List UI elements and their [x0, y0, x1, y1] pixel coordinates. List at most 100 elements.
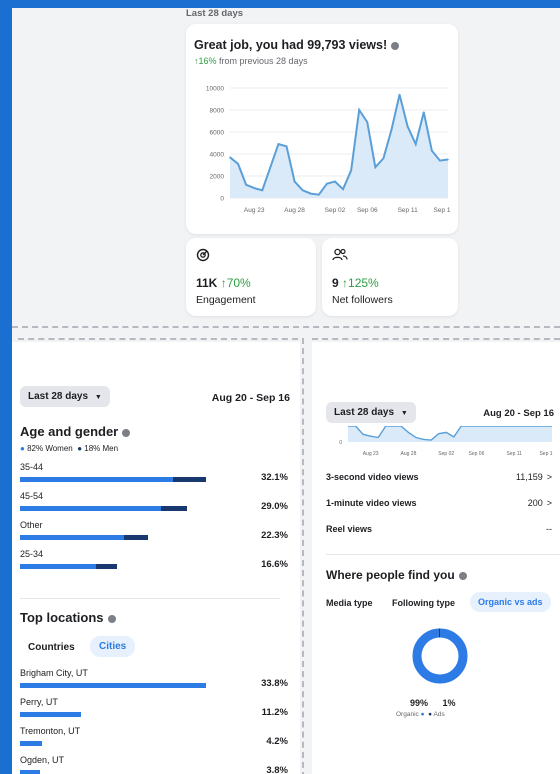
followers-card[interactable]: 9 ↑125% Net followers	[322, 238, 458, 316]
chevron-down-icon: ▼	[400, 410, 408, 417]
find-tab-following-type[interactable]: Following type	[392, 598, 455, 608]
donut-values: 99% 1%	[410, 698, 490, 708]
x-tick-label: Sep 1	[434, 207, 451, 214]
location-pct: 3.8%	[266, 765, 288, 774]
left-period-dropdown[interactable]: Last 28 days ▼	[20, 386, 110, 407]
age-row: 25-34 16.6%	[20, 549, 288, 578]
followers-change: ↑125%	[342, 276, 379, 290]
organic-ads-donut	[412, 628, 468, 684]
data-point	[358, 109, 360, 111]
location-label: Brigham City, UT	[20, 668, 88, 678]
age-row-label: Other	[20, 520, 43, 530]
men-dot: ●	[77, 444, 83, 453]
x-tick-label: Aug 28	[284, 207, 305, 214]
mini-x-tick-label: Sep 11	[506, 451, 522, 457]
left-period-label: Last 28 days	[28, 391, 89, 402]
age-row-pct: 32.1%	[261, 472, 288, 483]
location-bar-fill	[20, 741, 43, 746]
engagement-value: 11K	[196, 276, 218, 290]
left-date-range: Aug 20 - Sep 16	[211, 392, 290, 404]
location-bar-fill	[20, 683, 206, 688]
legend-men: 18% Men	[84, 444, 119, 453]
followers-label: Net followers	[332, 294, 393, 306]
metric-label: 1-minute video views	[326, 498, 417, 508]
data-point	[431, 149, 433, 152]
where-people-find-title-text: Where people find you	[326, 568, 455, 582]
divider	[326, 554, 560, 555]
video-metric-row[interactable]: 3-second video views 11,159 >	[326, 472, 552, 498]
ads-dot: ●	[428, 711, 433, 718]
video-metric-row[interactable]: 1-minute video views 200 >	[326, 498, 552, 524]
data-point	[229, 156, 231, 159]
location-pct: 33.8%	[261, 678, 288, 689]
engagement-value-line: 11K ↑70%	[196, 276, 251, 290]
divider	[20, 598, 280, 599]
mini-x-tick-label: Sep 06	[469, 451, 485, 457]
y-tick-label: 10000	[206, 86, 224, 93]
x-tick-label: Aug 23	[244, 207, 265, 214]
legend-women: 82% Women	[27, 444, 73, 453]
x-tick-label: Sep 02	[325, 207, 346, 214]
age-gender-title-text: Age and gender	[20, 424, 119, 439]
age-bar	[20, 535, 206, 540]
chevron-down-icon: ▼	[94, 394, 102, 401]
data-point	[237, 163, 239, 165]
views-card: Great job, you had 99,793 views! ↑16% fr…	[186, 24, 458, 234]
age-bar-men	[172, 477, 206, 482]
age-row-pct: 16.6%	[261, 559, 288, 570]
y-tick-label: 6000	[210, 130, 225, 137]
chevron-right-icon: >	[546, 472, 552, 482]
find-tab-organic-vs-ads[interactable]: Organic vs ads	[470, 592, 551, 612]
location-bar	[20, 770, 206, 774]
top-border	[0, 0, 560, 8]
age-bar-men	[161, 506, 188, 511]
info-icon[interactable]	[391, 41, 400, 50]
tab-countries[interactable]: Countries	[28, 642, 75, 653]
mini-x-tick-label: Aug 28	[401, 451, 417, 457]
data-point	[293, 180, 296, 183]
location-bar	[20, 683, 206, 688]
tab-cities[interactable]: Cities	[90, 636, 136, 657]
info-icon[interactable]	[107, 614, 116, 623]
age-bar-women	[20, 564, 97, 569]
data-point	[334, 180, 336, 183]
location-row: Brigham City, UT 33.8%	[20, 668, 288, 697]
data-point	[301, 189, 304, 192]
age-row-pct: 22.3%	[261, 530, 288, 541]
find-tab-media-type[interactable]: Media type	[326, 598, 388, 608]
left-panel: Last 28 days ▼ Aug 20 - Sep 16 Age and g…	[12, 342, 300, 774]
engagement-icon	[196, 248, 210, 267]
separator-middle	[302, 338, 304, 774]
location-rows: Brigham City, UT 33.8% Perry, UT 11.2% Tremo…	[20, 668, 288, 774]
followers-value: 9	[332, 276, 339, 290]
x-tick-label: Sep 06	[357, 207, 378, 214]
location-pct: 4.2%	[266, 736, 288, 747]
location-bar	[20, 712, 206, 717]
data-point	[277, 143, 280, 145]
chevron-right-icon: >	[546, 498, 552, 508]
views-change-suffix: from previous 28 days	[219, 56, 308, 66]
views-change: ↑16%	[194, 56, 217, 66]
age-row-label: 35-44	[20, 462, 44, 472]
info-icon[interactable]	[122, 428, 131, 437]
screenshot-collage: Last 28 days Great job, you had 99,793 v…	[12, 8, 560, 774]
views-headline: Great job, you had 99,793 views!	[194, 38, 400, 52]
age-gender-title: Age and gender	[20, 424, 131, 439]
data-point	[326, 182, 328, 185]
data-point	[342, 188, 344, 190]
location-label: Ogden, UT	[20, 755, 65, 765]
donut-organic-slice	[412, 628, 468, 684]
location-label: Tremonton, UT	[20, 726, 81, 736]
x-tick-label: Sep 11	[398, 207, 419, 214]
video-metric-row: Reel views --	[326, 524, 552, 550]
right-period-dropdown[interactable]: Last 28 days ▼	[326, 402, 416, 423]
location-row: Ogden, UT 3.8%	[20, 755, 288, 774]
metric-value: --	[546, 524, 552, 534]
data-point	[422, 111, 425, 113]
engagement-card[interactable]: 11K ↑70% Engagement	[186, 238, 316, 316]
data-point	[253, 187, 256, 189]
info-icon[interactable]	[458, 571, 467, 580]
metric-label: Reel views	[326, 524, 373, 534]
engagement-label: Engagement	[196, 294, 256, 306]
data-point	[350, 169, 352, 172]
